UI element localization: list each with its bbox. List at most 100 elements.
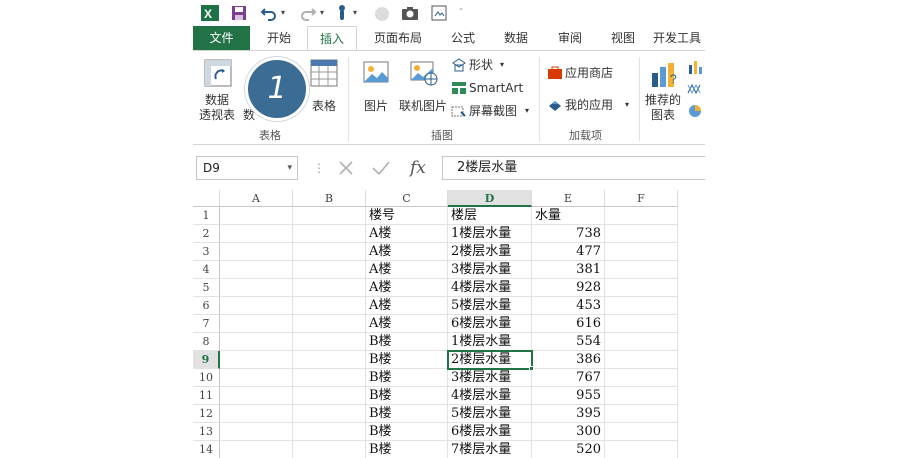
table-button[interactable]: 表格 [307, 57, 341, 123]
tab-formulas[interactable]: 公式 [439, 26, 487, 51]
cell-c6[interactable]: A楼 [366, 297, 448, 315]
cell-c1[interactable]: 楼号 [366, 207, 448, 225]
column-chart-icon[interactable] [687, 59, 703, 75]
cell-f10[interactable] [605, 369, 678, 387]
cell-c13[interactable]: B楼 [366, 423, 448, 441]
touch-mode-icon[interactable] [334, 3, 350, 23]
cell-a13[interactable] [220, 423, 293, 441]
row-header-1[interactable]: 1 [193, 207, 220, 225]
cell-e3[interactable]: 477 [532, 243, 605, 261]
cell-c5[interactable]: A楼 [366, 279, 448, 297]
smartart-button[interactable]: SmartArt [451, 80, 531, 98]
cell-e9[interactable]: 386 [532, 351, 605, 369]
enter-icon[interactable] [370, 158, 392, 178]
tab-home[interactable]: 开始 [253, 26, 305, 51]
insert-function-icon[interactable]: fx [410, 156, 426, 180]
cell-a11[interactable] [220, 387, 293, 405]
column-header-c[interactable]: C [366, 190, 448, 207]
cell-d4[interactable]: 3楼层水量 [448, 261, 532, 279]
row-header-4[interactable]: 4 [193, 261, 220, 279]
cell-c12[interactable]: B楼 [366, 405, 448, 423]
row-header-5[interactable]: 5 [193, 279, 220, 297]
cell-f2[interactable] [605, 225, 678, 243]
cell-f3[interactable] [605, 243, 678, 261]
cell-d2[interactable]: 1楼层水量 [448, 225, 532, 243]
cell-b7[interactable] [293, 315, 366, 333]
touch-dropdown-icon[interactable]: ▾ [353, 8, 357, 17]
cell-b2[interactable] [293, 225, 366, 243]
cell-f6[interactable] [605, 297, 678, 315]
cell-d13[interactable]: 6楼层水量 [448, 423, 532, 441]
cell-e13[interactable]: 300 [532, 423, 605, 441]
cell-b6[interactable] [293, 297, 366, 315]
cell-b1[interactable] [293, 207, 366, 225]
cell-e2[interactable]: 738 [532, 225, 605, 243]
cell-b4[interactable] [293, 261, 366, 279]
cell-d11[interactable]: 4楼层水量 [448, 387, 532, 405]
customize-icon[interactable]: ⁼ [459, 6, 463, 15]
cell-c14[interactable]: B楼 [366, 441, 448, 458]
cell-a7[interactable] [220, 315, 293, 333]
redo-icon[interactable] [299, 3, 317, 23]
cell-c9[interactable]: B楼 [366, 351, 448, 369]
cell-f12[interactable] [605, 405, 678, 423]
cell-b11[interactable] [293, 387, 366, 405]
cell-d7[interactable]: 6楼层水量 [448, 315, 532, 333]
cell-e1[interactable]: 水量 [532, 207, 605, 225]
cell-a1[interactable] [220, 207, 293, 225]
cell-a8[interactable] [220, 333, 293, 351]
shapes-button[interactable]: 形状 ▾ [451, 57, 511, 75]
online-pictures-button[interactable]: 联机图片 [397, 57, 449, 123]
cell-c4[interactable]: A楼 [366, 261, 448, 279]
cell-f4[interactable] [605, 261, 678, 279]
cell-f13[interactable] [605, 423, 678, 441]
cell-b12[interactable] [293, 405, 366, 423]
cell-f5[interactable] [605, 279, 678, 297]
formula-input[interactable]: 2楼层水量 [442, 156, 705, 180]
cell-f11[interactable] [605, 387, 678, 405]
formula-bar-grip-icon[interactable]: ⋮ [313, 160, 325, 176]
cell-c8[interactable]: B楼 [366, 333, 448, 351]
excel-logo-icon[interactable]: X [200, 3, 220, 23]
row-header-12[interactable]: 12 [193, 405, 220, 423]
name-box[interactable]: D9 ▾ [196, 156, 298, 180]
pie-chart-icon[interactable] [687, 103, 703, 119]
cell-d1[interactable]: 楼层 [448, 207, 532, 225]
row-header-7[interactable]: 7 [193, 315, 220, 333]
cell-e7[interactable]: 616 [532, 315, 605, 333]
row-header-14[interactable]: 14 [193, 441, 220, 458]
cell-e11[interactable]: 955 [532, 387, 605, 405]
column-header-d[interactable]: D [448, 190, 532, 207]
row-header-11[interactable]: 11 [193, 387, 220, 405]
cell-b13[interactable] [293, 423, 366, 441]
cell-a2[interactable] [220, 225, 293, 243]
tab-review[interactable]: 审阅 [545, 26, 595, 51]
select-all-corner[interactable] [193, 190, 220, 207]
cell-b9[interactable] [293, 351, 366, 369]
cell-d14[interactable]: 7楼层水量 [448, 441, 532, 458]
name-box-dropdown-icon[interactable]: ▾ [287, 157, 292, 179]
cell-a4[interactable] [220, 261, 293, 279]
cell-b14[interactable] [293, 441, 366, 458]
cell-d8[interactable]: 1楼层水量 [448, 333, 532, 351]
cell-f14[interactable] [605, 441, 678, 458]
row-header-8[interactable]: 8 [193, 333, 220, 351]
cell-e5[interactable]: 928 [532, 279, 605, 297]
pictures-button[interactable]: 图片 [359, 57, 393, 123]
tab-data[interactable]: 数据 [491, 26, 541, 51]
tab-view[interactable]: 视图 [599, 26, 647, 51]
column-header-b[interactable]: B [293, 190, 366, 207]
row-header-9[interactable]: 9 [193, 351, 220, 369]
tab-file[interactable]: 文件 [193, 26, 250, 51]
save-icon[interactable] [230, 3, 248, 23]
cell-c7[interactable]: A楼 [366, 315, 448, 333]
column-header-f[interactable]: F [605, 190, 678, 207]
cell-d6[interactable]: 5楼层水量 [448, 297, 532, 315]
cell-a14[interactable] [220, 441, 293, 458]
cell-e4[interactable]: 381 [532, 261, 605, 279]
cell-d10[interactable]: 3楼层水量 [448, 369, 532, 387]
cell-d5[interactable]: 4楼层水量 [448, 279, 532, 297]
row-header-2[interactable]: 2 [193, 225, 220, 243]
cell-c3[interactable]: A楼 [366, 243, 448, 261]
cell-d12[interactable]: 5楼层水量 [448, 405, 532, 423]
